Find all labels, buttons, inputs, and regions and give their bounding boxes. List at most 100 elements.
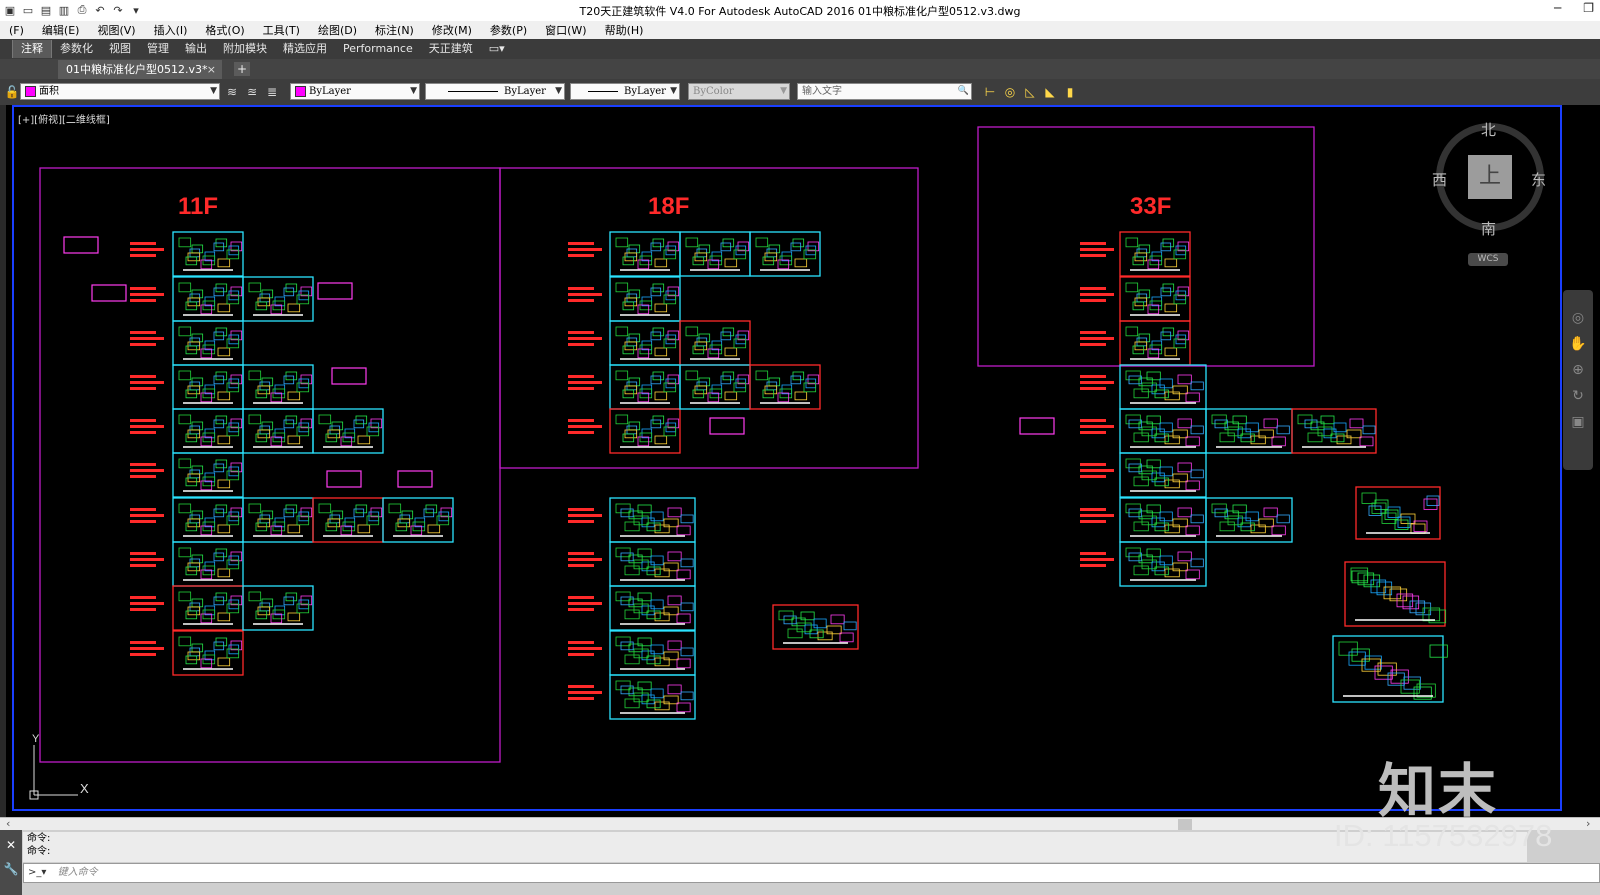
floor-plan-thumbnail <box>312 408 384 454</box>
linetype-dropdown[interactable]: ByLayer ▼ <box>425 83 565 100</box>
showmotion-icon[interactable]: ▣ <box>1563 414 1593 430</box>
menu-window[interactable]: 窗口(W) <box>536 22 595 38</box>
plan-label-block <box>130 287 164 302</box>
menu-view[interactable]: 视图(V) <box>88 22 144 38</box>
plan-label-block <box>130 375 164 390</box>
lineweight-dropdown[interactable]: ByLayer ▼ <box>570 83 680 100</box>
viewcube-south[interactable]: 南 <box>1481 218 1496 239</box>
dim-radius-icon[interactable]: ◎ <box>1002 84 1018 100</box>
command-prompt-icon[interactable]: >_▾ <box>28 867 46 878</box>
restore-button[interactable]: ❐ <box>1583 1 1594 15</box>
leader-icon[interactable]: ◣ <box>1042 84 1058 100</box>
viewport-frame <box>12 105 1562 811</box>
floor-plan-thumbnail <box>242 585 314 631</box>
plan-label-block <box>130 331 164 346</box>
tab-manage[interactable]: 管理 <box>139 40 177 58</box>
wrench-icon[interactable]: 🔧 <box>0 862 22 876</box>
section-title-18f: 18F <box>648 193 690 220</box>
floor-plan-thumbnail <box>609 630 696 676</box>
plan-label-block <box>1080 463 1114 478</box>
properties-toolbar: 🔓 面积 ▼ ≋ ≊ ≣ ByLayer ▼ ByLayer ▼ ByLayer ▼ B… <box>0 79 1600 105</box>
dim-angle-icon[interactable]: ◺ <box>1022 84 1038 100</box>
ucs-icon <box>29 745 78 800</box>
zoom-icon[interactable]: ⊕ <box>1563 362 1593 378</box>
viewcube-east[interactable]: 东 <box>1531 169 1546 190</box>
scroll-left-icon[interactable]: ‹ <box>6 817 10 830</box>
tab-tangent[interactable]: 天正建筑 <box>421 40 481 58</box>
layer-state-icon[interactable]: 🔓 <box>4 84 20 100</box>
chevron-down-icon: ▼ <box>555 86 562 96</box>
table-icon[interactable]: ▮ <box>1062 84 1078 100</box>
outline-sketch <box>331 367 367 385</box>
watermark-logo: 知末 <box>1378 757 1499 825</box>
menu-edit[interactable]: 编辑(E) <box>33 22 89 38</box>
floor-plan-thumbnail <box>1291 408 1377 454</box>
close-icon[interactable]: ✕ <box>0 838 22 852</box>
color-swatch <box>295 86 306 97</box>
command-input[interactable]: >_▾ 键入命令 <box>23 863 1600 883</box>
tab-parametric[interactable]: 参数化 <box>52 40 101 58</box>
tab-performance[interactable]: Performance <box>335 40 421 58</box>
floor-plan-thumbnail <box>1119 541 1207 587</box>
minimize-button[interactable]: ─ <box>1554 1 1561 15</box>
floor-plan-thumbnail <box>242 497 314 543</box>
layer-dropdown[interactable]: 面积 ▼ <box>20 83 220 100</box>
section-title-11f: 11F <box>178 193 219 220</box>
floor-plan-thumbnail <box>172 408 244 454</box>
pan-icon[interactable]: ✋ <box>1563 336 1593 352</box>
window-controls: ─ ❐ <box>1554 1 1594 15</box>
text-search-input[interactable]: 输入文字 🔍 <box>797 83 972 100</box>
scroll-right-icon[interactable]: › <box>1586 817 1590 830</box>
menu-file[interactable]: (F) <box>0 24 33 37</box>
chevron-down-icon: ▼ <box>210 86 217 96</box>
plan-label-block <box>1080 287 1114 302</box>
full-navigation-wheel-icon[interactable]: ◎ <box>1563 310 1593 326</box>
color-dropdown[interactable]: ByLayer ▼ <box>290 83 420 100</box>
history-line: 命令: <box>27 833 51 844</box>
plan-label-block <box>568 552 602 567</box>
viewcube-west[interactable]: 西 <box>1432 169 1447 190</box>
menu-draw[interactable]: 绘图(D) <box>309 22 366 38</box>
title-bar: ▣ ▭ ▤ ▥ ⎙ ↶ ↷ ▾ T20天正建筑软件 V4.0 For Autod… <box>0 0 1600 22</box>
viewcube-face[interactable]: 上 <box>1468 155 1512 199</box>
menu-tools[interactable]: 工具(T) <box>254 22 309 38</box>
ribbon-toggle-icon[interactable]: ▭▾ <box>481 40 513 58</box>
floor-plan-thumbnail <box>172 452 244 498</box>
drawing-canvas[interactable]: [+][俯视][二维线框] 11F 18F 33F Y X 上 北 南 东 西 … <box>0 105 1600 817</box>
new-tab-button[interactable]: + <box>234 62 250 76</box>
tab-featured-apps[interactable]: 精选应用 <box>275 40 335 58</box>
floor-plan-thumbnail <box>609 497 696 543</box>
menu-parametric[interactable]: 参数(P) <box>481 22 536 38</box>
plan-label-block <box>568 331 602 346</box>
history-line: 命令: <box>27 846 51 857</box>
outline-sketch <box>326 470 362 488</box>
wcs-menu[interactable]: WCS <box>1468 253 1508 266</box>
layer-match-icon[interactable]: ≊ <box>244 84 260 100</box>
menu-insert[interactable]: 插入(I) <box>145 22 197 38</box>
tab-output[interactable]: 输出 <box>177 40 215 58</box>
search-icon[interactable]: 🔍 <box>958 84 969 99</box>
floor-plan-thumbnail <box>1119 408 1207 454</box>
floor-plan-thumbnail <box>172 231 244 277</box>
make-current-layer-icon[interactable]: ≋ <box>224 84 240 100</box>
plan-label-block <box>130 463 164 478</box>
plan-label-block <box>568 508 602 523</box>
menu-modify[interactable]: 修改(M) <box>423 22 481 38</box>
document-tab[interactable]: 01中粮标准化户型0512.v3* × <box>58 60 222 79</box>
orbit-icon[interactable]: ↻ <box>1563 388 1593 404</box>
menu-format[interactable]: 格式(O) <box>196 22 253 38</box>
menu-dimension[interactable]: 标注(N) <box>366 22 423 38</box>
section-title-33f: 33F <box>1130 193 1172 220</box>
scroll-thumb[interactable] <box>1178 819 1192 830</box>
close-tab-icon[interactable]: × <box>207 60 216 79</box>
tab-annotate[interactable]: 注释 <box>12 40 52 58</box>
tab-view[interactable]: 视图 <box>101 40 139 58</box>
floor-plan-thumbnail <box>242 408 314 454</box>
tab-addins[interactable]: 附加模块 <box>215 40 275 58</box>
dimension-icon[interactable]: ⊢ <box>982 84 998 100</box>
viewcube-north[interactable]: 北 <box>1481 119 1496 140</box>
layer-previous-icon[interactable]: ≣ <box>264 84 280 100</box>
lineweight-line <box>588 91 619 92</box>
floor-plan-thumbnail <box>772 604 859 650</box>
menu-help[interactable]: 帮助(H) <box>596 22 653 38</box>
